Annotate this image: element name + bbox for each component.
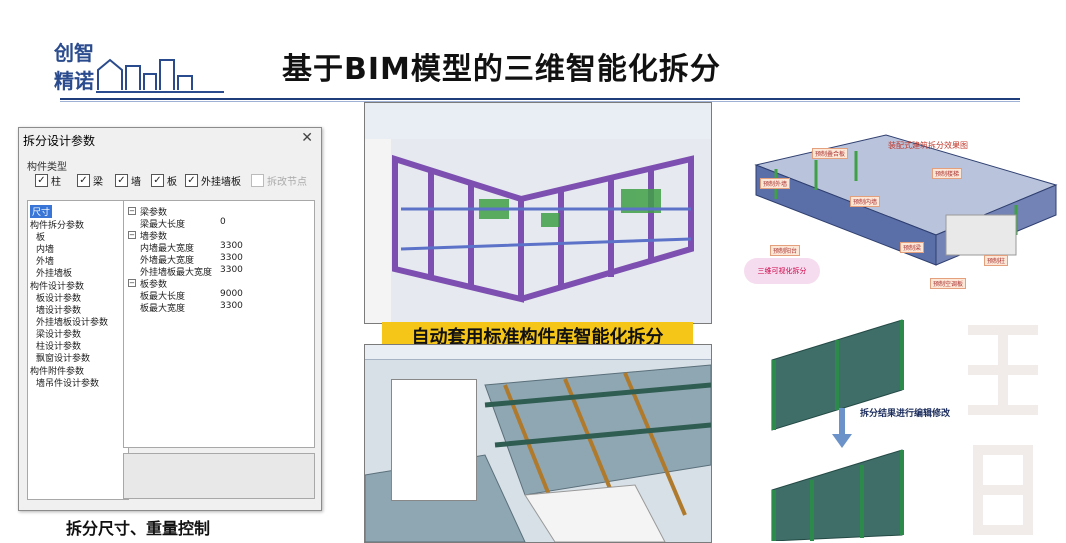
bim-wall-model-image xyxy=(391,139,711,323)
property-value[interactable]: 0 xyxy=(220,217,226,227)
checkbox-label: 墙 xyxy=(131,177,141,188)
component-tag: 预制阳台 xyxy=(770,245,801,256)
property-value[interactable]: 3300 xyxy=(220,265,243,275)
watermark-glyph xyxy=(968,325,1038,535)
page-title: 基于BIM模型的三维智能化拆分 xyxy=(282,52,721,87)
property-row[interactable]: 梁最大长度 0 xyxy=(124,217,314,230)
parameter-tree[interactable]: 尺寸 构件拆分参数 板 内墙 外墙 外挂墙板 构件设计参数 板设计参数 墙设计参… xyxy=(27,200,129,500)
tree-item[interactable]: 外挂墙板 xyxy=(36,266,72,279)
collapse-icon[interactable]: − xyxy=(128,279,136,287)
dialog-title: 拆分设计参数 xyxy=(23,134,96,148)
tree-item[interactable]: 飘窗设计参数 xyxy=(36,351,90,364)
property-row[interactable]: 内墙最大宽度 3300 xyxy=(124,241,314,254)
skyline-icon xyxy=(96,58,224,93)
down-arrow-icon xyxy=(832,434,852,448)
collapse-icon[interactable]: − xyxy=(128,231,136,239)
checkbox-icon[interactable]: ✓ xyxy=(151,174,164,187)
checkbox-label: 板 xyxy=(167,177,177,188)
checkbox-label: 梁 xyxy=(93,177,103,188)
checkbox-label: 外挂墙板 xyxy=(201,177,241,188)
checkbox-slab[interactable]: ✓ 板 xyxy=(151,173,177,188)
checkbox-icon[interactable] xyxy=(251,174,264,187)
company-logo: 创智 精诺 xyxy=(53,41,224,93)
property-row[interactable]: 板最大宽度 3300 xyxy=(124,301,314,314)
logo-text-bottom: 精诺 xyxy=(54,69,94,93)
property-row[interactable]: 外墙最大宽度 3300 xyxy=(124,253,314,266)
checkbox-split-node[interactable]: 拆改节点 xyxy=(251,173,307,188)
project-browser-pane xyxy=(365,139,392,323)
component-type-label: 构件类型 xyxy=(27,162,67,173)
component-tag: 预制空调板 xyxy=(930,278,967,289)
bim-model-screenshot-top xyxy=(364,102,712,324)
property-value[interactable]: 9000 xyxy=(220,289,243,299)
property-group-beam[interactable]: − 梁参数 xyxy=(124,205,314,218)
property-key: 板最大宽度 xyxy=(140,304,186,314)
title-divider xyxy=(60,98,1020,100)
split-parameters-dialog: 拆分设计参数 ✕ 构件类型 ✓ 柱 ✓ 梁 ✓ 墙 ✓ 板 ✓ 外挂墙板 拆改节… xyxy=(18,127,322,511)
property-grid[interactable]: − 梁参数 梁最大长度 0 − 墙参数 内墙最大宽度 3300 外墙最大宽度 3… xyxy=(123,200,315,448)
collapse-icon[interactable]: − xyxy=(128,207,136,215)
property-group-slab[interactable]: − 板参数 xyxy=(124,277,314,290)
logo-text-top: 创智 xyxy=(53,41,94,65)
description-pane xyxy=(123,453,315,499)
edit-result-label: 拆分结果进行编辑修改 xyxy=(860,409,951,419)
checkbox-icon[interactable]: ✓ xyxy=(77,174,90,187)
property-value[interactable]: 3300 xyxy=(220,241,243,251)
checkbox-label: 拆改节点 xyxy=(267,177,307,188)
settings-dialog-thumbnail xyxy=(391,379,477,501)
component-tag: 预制叠合板 xyxy=(812,148,849,159)
component-tag: 预制楼梯 xyxy=(932,168,963,179)
checkbox-icon[interactable]: ✓ xyxy=(35,174,48,187)
property-row[interactable]: 板最大长度 9000 xyxy=(124,289,314,302)
checkbox-wall[interactable]: ✓ 墙 xyxy=(115,173,141,188)
component-tag: 预制内墙 xyxy=(850,196,881,207)
property-row[interactable]: 外挂墙板最大宽度 3300 xyxy=(124,265,314,278)
checkbox-icon[interactable]: ✓ xyxy=(185,174,198,187)
visual-split-cloud: 三维可视化拆分 xyxy=(744,258,820,284)
checkbox-icon[interactable]: ✓ xyxy=(115,174,128,187)
checkbox-beam[interactable]: ✓ 梁 xyxy=(77,173,103,188)
dialog-caption: 拆分尺寸、重量控制 xyxy=(66,519,211,538)
app-ribbon xyxy=(365,103,711,140)
component-tag: 预制柱 xyxy=(984,255,1009,266)
wall-panel-edit-illustration xyxy=(771,319,904,541)
property-value[interactable]: 3300 xyxy=(220,301,243,311)
close-icon[interactable]: ✕ xyxy=(301,130,313,146)
checkbox-cladding-panel[interactable]: ✓ 外挂墙板 xyxy=(185,173,241,188)
component-tag: 预制梁 xyxy=(900,242,925,253)
diagram-title: 装配式建筑拆分效果图 xyxy=(888,141,968,150)
bim-model-screenshot-bottom xyxy=(364,344,712,543)
checkbox-label: 柱 xyxy=(51,177,61,188)
component-tag: 预制外墙 xyxy=(760,178,791,189)
checkbox-column[interactable]: ✓ 柱 xyxy=(35,173,61,188)
tree-item[interactable]: 墙吊件设计参数 xyxy=(36,376,99,389)
tree-item-size[interactable]: 尺寸 xyxy=(30,205,53,218)
app-ribbon xyxy=(365,345,711,360)
property-group-wall[interactable]: − 墙参数 xyxy=(124,229,314,242)
property-value[interactable]: 3300 xyxy=(220,253,243,263)
